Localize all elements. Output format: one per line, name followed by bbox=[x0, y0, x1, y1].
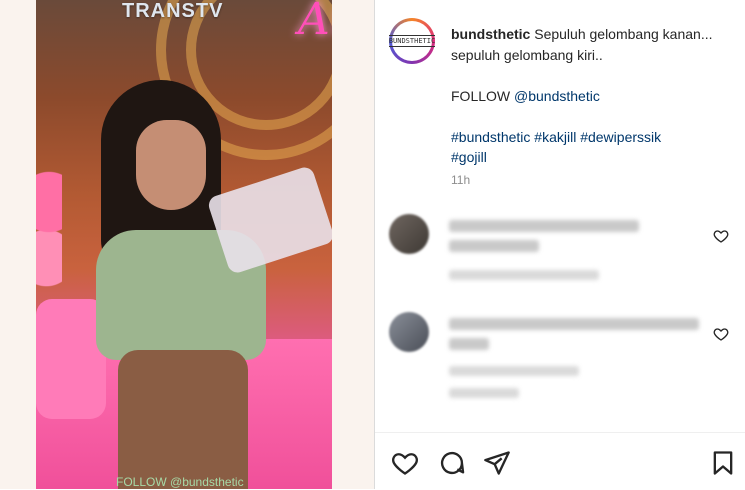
blurred-comment-meta bbox=[449, 270, 599, 280]
blurred-comment-text bbox=[449, 240, 539, 252]
face bbox=[136, 120, 206, 210]
profile-avatar[interactable]: BUNDSTHETIC bbox=[388, 18, 436, 64]
brown-pants bbox=[118, 350, 248, 489]
neon-sign: Ar bbox=[298, 0, 332, 45]
follow-text: FOLLOW bbox=[451, 87, 515, 104]
comment-icon[interactable] bbox=[438, 449, 466, 477]
video-frame[interactable]: TRANSTV Ar FOLLOW @bundsthetic bbox=[36, 0, 332, 489]
post-media[interactable]: TRANSTV Ar FOLLOW @bundsthetic bbox=[0, 0, 374, 489]
share-icon[interactable] bbox=[483, 449, 511, 477]
comment-avatar[interactable] bbox=[389, 214, 429, 254]
blurred-comment-text bbox=[449, 220, 639, 232]
username-link[interactable]: bundsthetic bbox=[451, 26, 530, 42]
heart-icon[interactable] bbox=[713, 228, 729, 244]
post-panel: BUNDSTHETIC bundsthetic Sepuluh gelomban… bbox=[374, 0, 745, 489]
video-caption: FOLLOW @bundsthetic bbox=[116, 475, 244, 489]
person bbox=[76, 80, 296, 489]
blurred-comment-text bbox=[449, 338, 489, 350]
action-bar bbox=[375, 432, 745, 490]
post-time[interactable]: 11h bbox=[451, 173, 470, 187]
hashtag-link[interactable]: #kakjill bbox=[534, 129, 576, 145]
blurred-comment-meta bbox=[449, 388, 519, 398]
blurred-comment-meta bbox=[449, 366, 579, 376]
hashtag-link[interactable]: #gojill bbox=[451, 149, 487, 165]
post-caption: bundsthetic Sepuluh gelombang kanan... s… bbox=[451, 24, 731, 168]
blurred-comment-text bbox=[449, 318, 699, 330]
heart-icon[interactable] bbox=[391, 449, 419, 477]
bookmark-icon[interactable] bbox=[709, 449, 737, 477]
flowers bbox=[36, 160, 62, 300]
hashtag-link[interactable]: #bundsthetic bbox=[451, 129, 530, 145]
heart-icon[interactable] bbox=[713, 326, 729, 342]
tv-watermark: TRANSTV bbox=[122, 0, 224, 22]
comment-avatar[interactable] bbox=[389, 312, 429, 352]
hashtag-link[interactable]: #dewiperssik bbox=[580, 129, 661, 145]
avatar-logo: BUNDSTHETIC bbox=[388, 35, 436, 47]
comment-item bbox=[389, 312, 729, 422]
mention-link[interactable]: @bundsthetic bbox=[514, 88, 600, 104]
comment-item bbox=[389, 214, 729, 284]
